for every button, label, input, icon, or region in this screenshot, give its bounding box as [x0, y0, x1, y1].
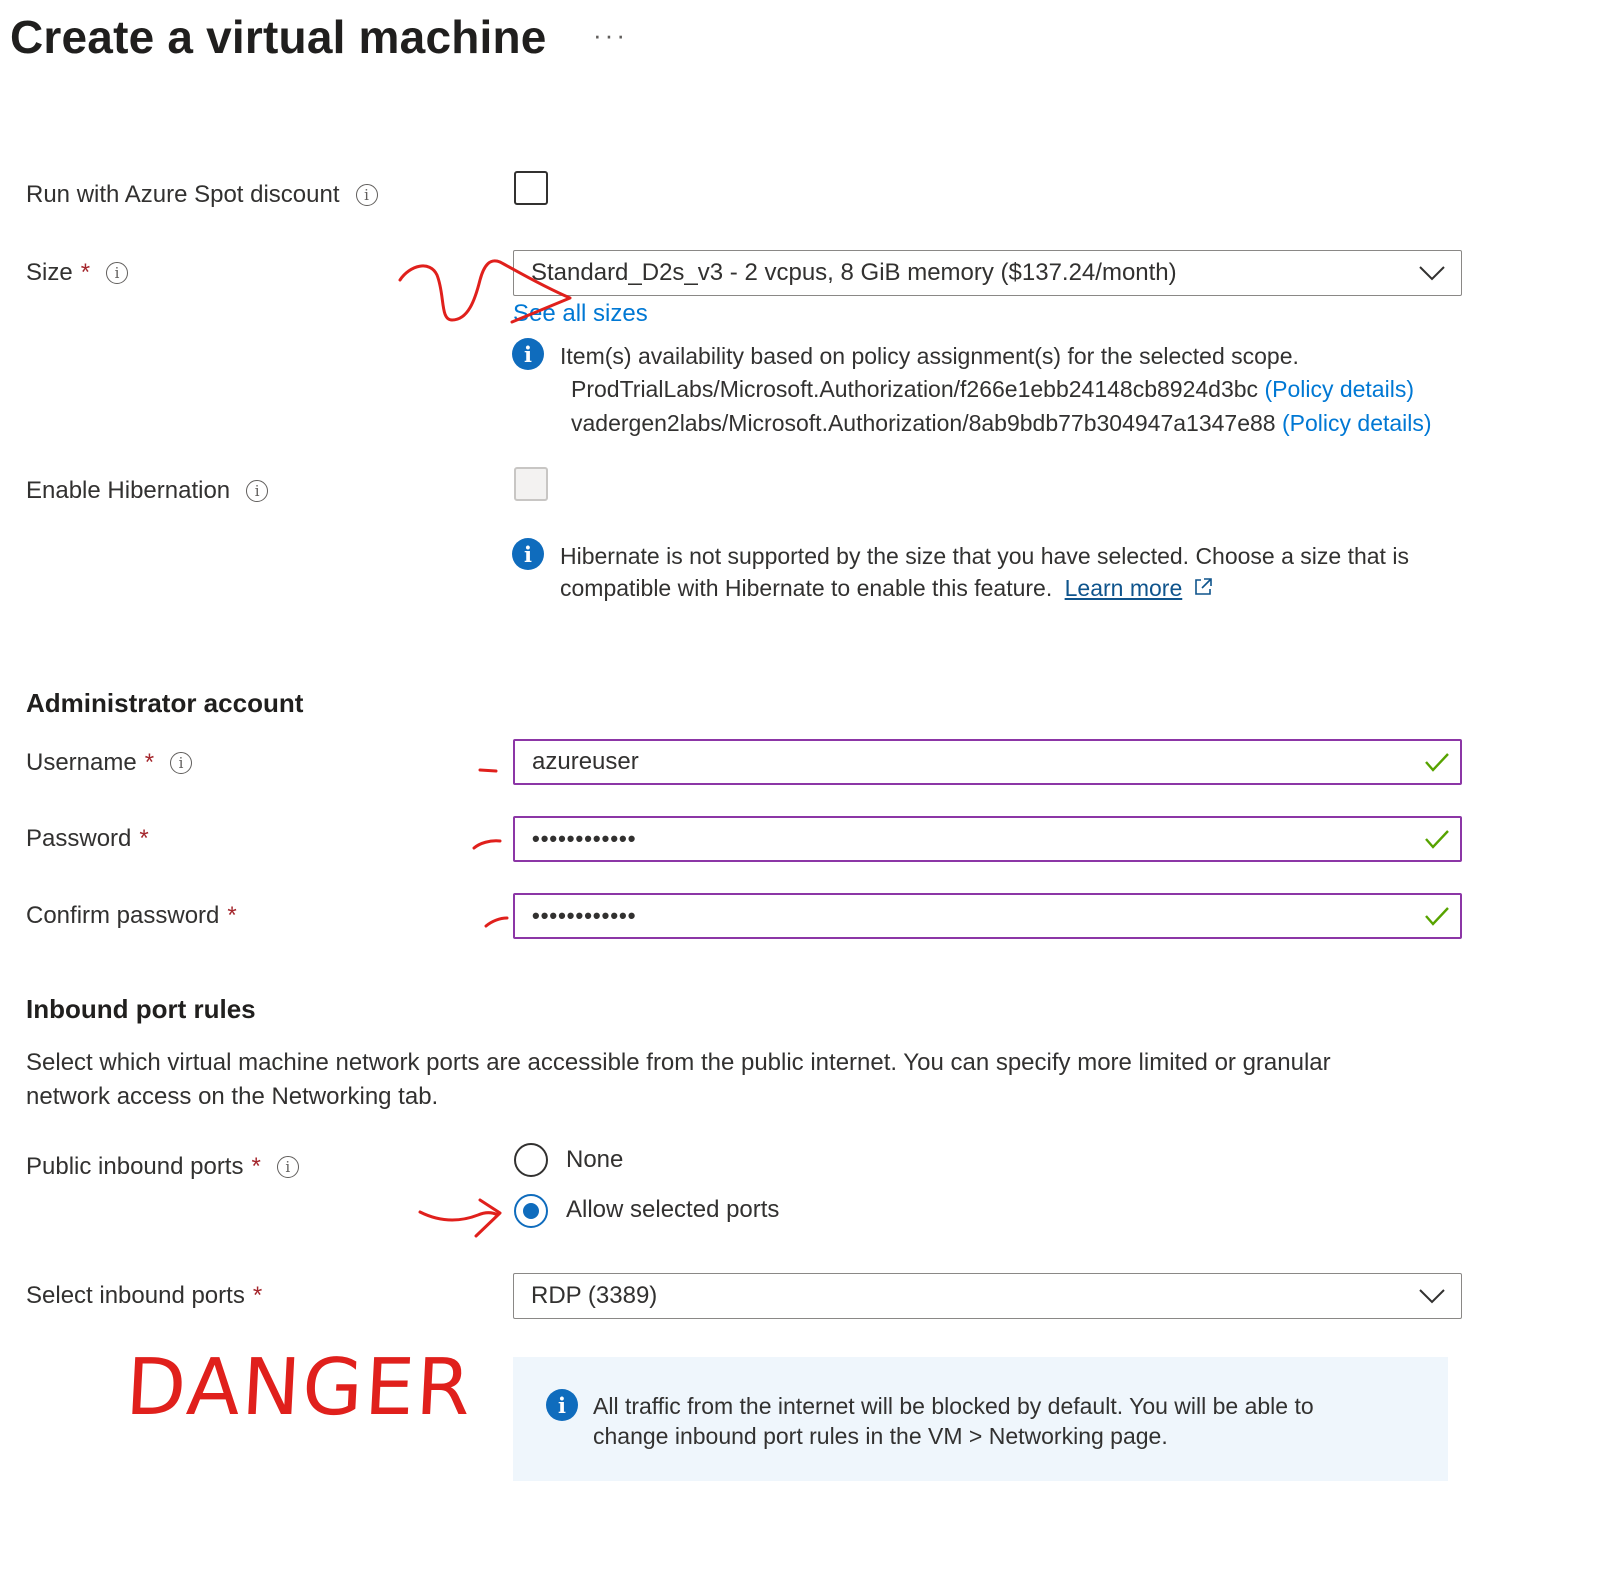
inbound-info-message: All traffic from the internet will be bl… — [593, 1393, 1314, 1449]
radio-none-label[interactable]: None — [566, 1146, 623, 1174]
info-circle-icon: i — [512, 338, 544, 370]
annotation-arrow — [418, 1198, 502, 1238]
radio-allow-selected-ports-label[interactable]: Allow selected ports — [566, 1196, 779, 1224]
size-label: Size — [26, 259, 73, 286]
public-inbound-ports-label: Public inbound ports — [26, 1153, 244, 1180]
annotation-dash — [478, 768, 498, 773]
username-input[interactable]: azureuser — [513, 739, 1462, 785]
spot-discount-label: Run with Azure Spot discount — [26, 181, 340, 208]
select-inbound-ports-label: Select inbound ports — [26, 1282, 245, 1309]
inbound-ports-dropdown[interactable]: RDP (3389) — [513, 1273, 1462, 1319]
external-link-icon — [1194, 578, 1212, 595]
spot-discount-checkbox[interactable] — [514, 171, 548, 205]
password-label: Password — [26, 825, 132, 852]
page-title: Create a virtual machine — [10, 11, 547, 63]
info-icon[interactable]: i — [106, 262, 129, 284]
hibernation-row: Enable Hibernation i — [26, 477, 269, 505]
see-all-sizes-link[interactable]: See all sizes — [513, 300, 648, 328]
policy-details-link[interactable]: (Policy details) — [1264, 376, 1414, 402]
required-asterisk: * — [252, 1282, 263, 1309]
learn-more-link[interactable]: Learn more — [1065, 575, 1183, 601]
inbound-info-box: i All traffic from the internet will be … — [513, 1357, 1448, 1481]
confirm-password-label: Confirm password — [26, 902, 220, 929]
policy-message: Item(s) availability based on policy ass… — [560, 343, 1299, 369]
more-options-button[interactable]: ··· — [593, 20, 628, 51]
select-inbound-ports-row: Select inbound ports * — [26, 1282, 262, 1310]
policy-line: ProdTrialLabs/Microsoft.Authorization/f2… — [571, 373, 1414, 405]
inbound-ports-value: RDP (3389) — [531, 1282, 658, 1309]
info-circle-icon: i — [546, 1389, 578, 1421]
hibernation-message-line: compatible with Hibernate to enable this… — [560, 572, 1409, 604]
radio-allow-selected-ports[interactable] — [514, 1194, 548, 1228]
chevron-down-icon — [1419, 1289, 1445, 1304]
inbound-description: Select which virtual machine network por… — [26, 1049, 1331, 1110]
admin-section-heading: Administrator account — [26, 688, 304, 718]
username-row: Username * i — [26, 749, 193, 777]
size-row: Size * i — [26, 259, 129, 287]
info-icon[interactable]: i — [170, 752, 193, 774]
size-dropdown-value: Standard_D2s_v3 - 2 vcpus, 8 GiB memory … — [531, 259, 1177, 286]
policy-details-link[interactable]: (Policy details) — [1282, 410, 1432, 436]
confirm-password-input[interactable]: •••••••••••• — [513, 893, 1462, 939]
hibernation-message: Hibernate is not supported by the size t… — [560, 540, 1409, 604]
confirm-password-value: •••••••••••• — [532, 903, 637, 928]
hibernation-message-line: Hibernate is not supported by the size t… — [560, 543, 1409, 569]
spot-discount-row: Run with Azure Spot discount i — [26, 181, 378, 209]
danger-annotation: DANGER — [123, 1343, 475, 1433]
password-row: Password * — [26, 825, 149, 853]
public-inbound-ports-row: Public inbound ports * i — [26, 1153, 299, 1181]
annotation-layer — [398, 259, 572, 1238]
required-asterisk: * — [80, 259, 91, 286]
policy-path: ProdTrialLabs/Microsoft.Authorization/f2… — [571, 376, 1259, 402]
annotation-dash — [484, 916, 509, 928]
chevron-down-icon — [1419, 266, 1445, 281]
checkmark-icon — [1425, 907, 1449, 926]
info-icon[interactable]: i — [276, 1156, 299, 1178]
required-asterisk: * — [227, 902, 237, 929]
username-value: azureuser — [532, 748, 639, 775]
policy-path: vadergen2labs/Microsoft.Authorization/8a… — [571, 410, 1276, 436]
checkmark-icon — [1425, 830, 1449, 849]
annotation-dash — [472, 839, 502, 850]
password-value: •••••••••••• — [532, 826, 637, 851]
checkmark-icon — [1425, 753, 1449, 772]
hibernation-label: Enable Hibernation — [26, 477, 231, 504]
required-asterisk: * — [139, 825, 149, 852]
hibernation-checkbox[interactable] — [514, 467, 548, 501]
confirm-password-row: Confirm password * — [26, 902, 237, 930]
policy-line: vadergen2labs/Microsoft.Authorization/8a… — [571, 407, 1432, 439]
info-icon[interactable]: i — [246, 480, 269, 502]
size-dropdown[interactable]: Standard_D2s_v3 - 2 vcpus, 8 GiB memory … — [513, 250, 1462, 296]
required-asterisk: * — [251, 1153, 261, 1180]
info-circle-icon: i — [512, 538, 544, 570]
required-asterisk: * — [144, 749, 155, 776]
info-icon[interactable]: i — [355, 184, 378, 206]
password-input[interactable]: •••••••••••• — [513, 816, 1462, 862]
inbound-section-heading: Inbound port rules — [26, 994, 256, 1024]
username-label: Username — [26, 749, 137, 776]
radio-none[interactable] — [514, 1143, 548, 1177]
